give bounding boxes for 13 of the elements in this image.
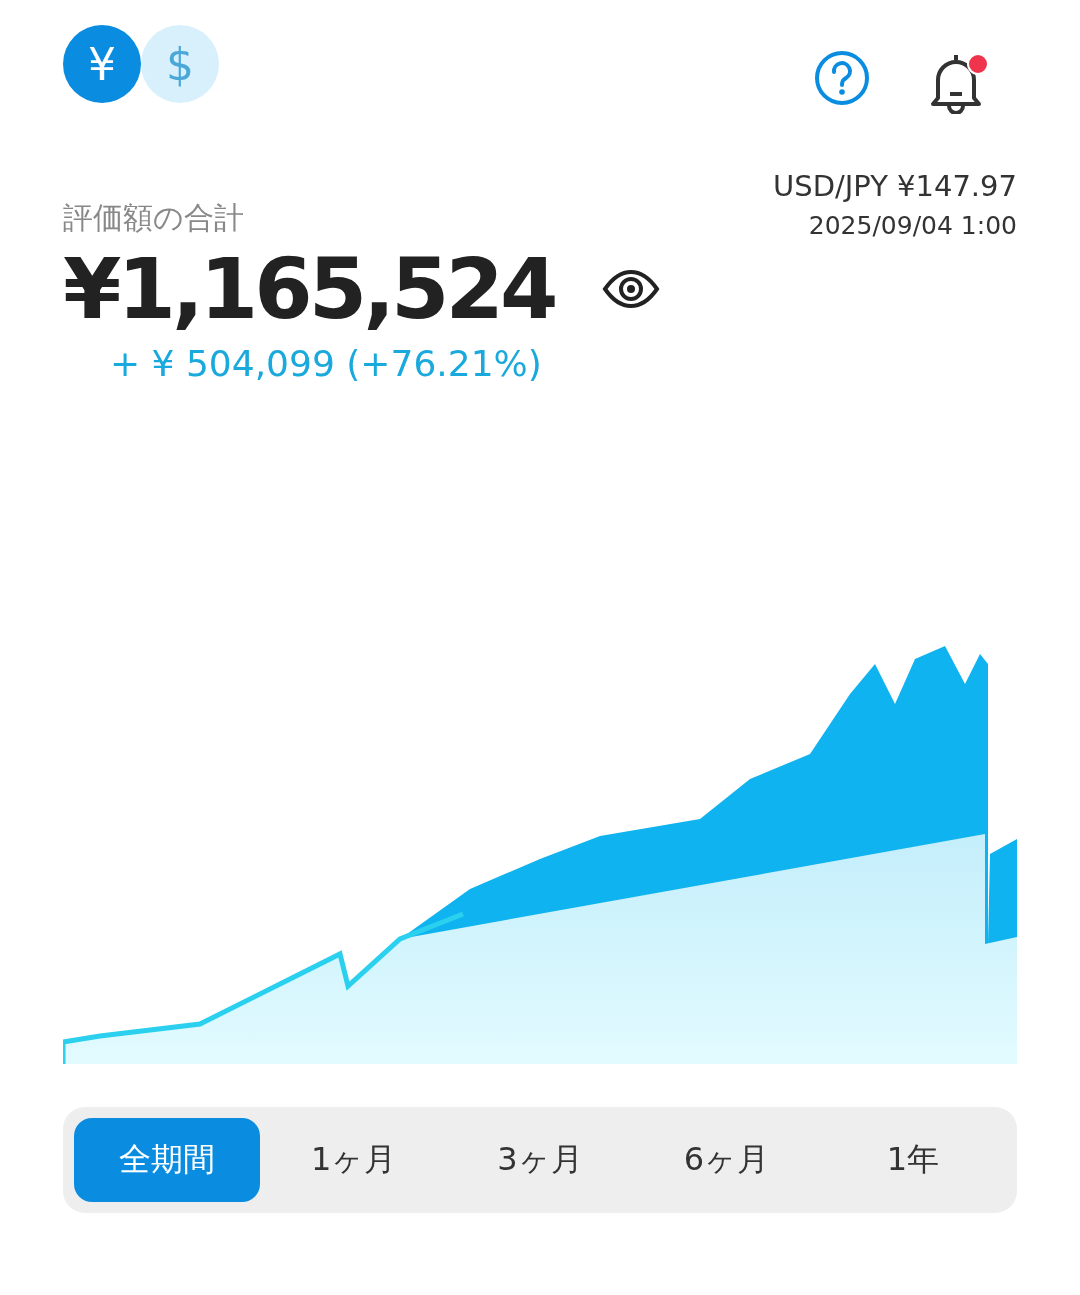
help-icon[interactable] xyxy=(814,50,870,106)
period-tab[interactable]: 1ヶ月 xyxy=(260,1118,447,1203)
period-tab[interactable]: 6ヶ月 xyxy=(633,1118,820,1203)
exchange-rate: USD/JPY ¥147.97 xyxy=(773,169,1017,203)
period-tab[interactable]: 1年 xyxy=(819,1118,1007,1203)
total-value: ¥1,165,524 xyxy=(63,243,555,336)
gain-value: + ¥ 504,099 (+76.21%) xyxy=(110,343,542,385)
total-label: 評価額の合計 xyxy=(63,199,244,237)
currency-toggle[interactable]: ¥ xyxy=(63,25,141,103)
rate-timestamp: 2025/09/04 1:00 xyxy=(808,211,1017,240)
period-tab[interactable]: 全期間 xyxy=(74,1118,261,1203)
eye-icon[interactable] xyxy=(602,269,661,310)
period-tab[interactable]: 3ヶ月 xyxy=(446,1118,634,1203)
